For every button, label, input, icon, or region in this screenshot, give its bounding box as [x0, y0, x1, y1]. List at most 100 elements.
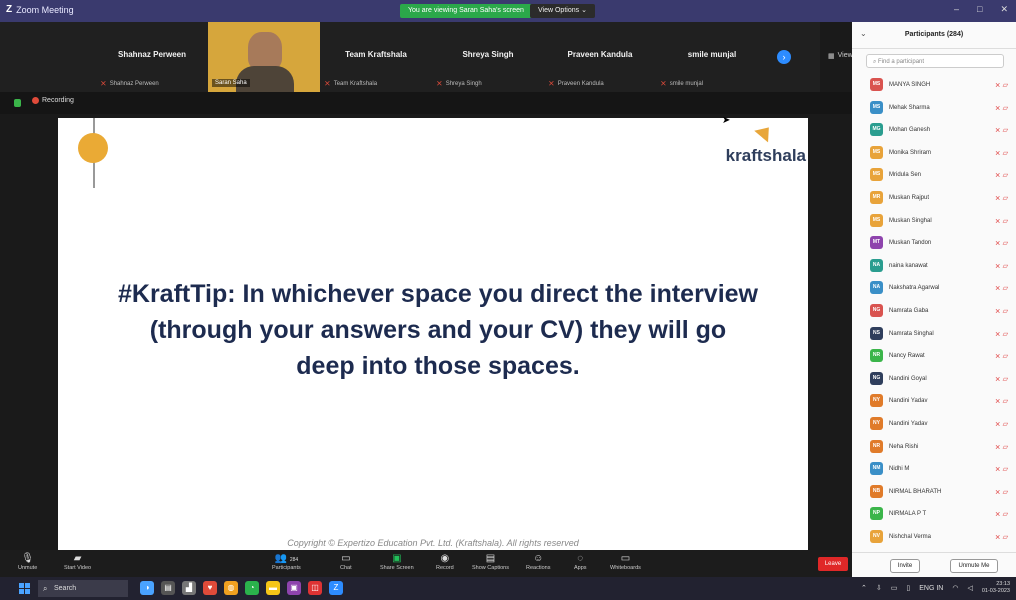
volume-icon[interactable]: ◁: [967, 584, 972, 592]
close-icon[interactable]: ✕: [1000, 4, 1008, 15]
monitor-icon[interactable]: ▭: [891, 584, 898, 592]
record-button[interactable]: ◉ Record: [436, 552, 454, 571]
participant-name: smile munjal: [687, 50, 737, 59]
whiteboards-button[interactable]: ▭ Whiteboards: [610, 552, 641, 571]
view-layout-button[interactable]: ▦ View: [828, 52, 853, 60]
battery-icon[interactable]: ▯: [906, 584, 910, 592]
participant-name: Nancy Rawat: [889, 353, 925, 360]
record-dot-icon: [32, 97, 39, 104]
participant-row[interactable]: MR Muskan Rajput ⨯ ▱: [852, 187, 1016, 210]
participant-row[interactable]: NS Namrata Singhal ⨯ ▱: [852, 323, 1016, 346]
muted-mic-video-off-icon: ⨯ ▱: [994, 466, 1008, 474]
video-tile-active[interactable]: Saran Saha: [208, 22, 320, 92]
participant-row[interactable]: NP NIRMALA P T ⨯ ▱: [852, 503, 1016, 526]
participant-row[interactable]: MS Muskan Singhal ⨯ ▱: [852, 210, 1016, 233]
participant-row[interactable]: NG Nandini Goyal ⨯ ▱: [852, 368, 1016, 391]
video-tile[interactable]: Team Kraftshala ⨯ Team Kraftshala: [320, 22, 432, 92]
reactions-icon: ☺: [533, 553, 544, 564]
recording-bar: Recording: [0, 92, 852, 114]
participant-name: Muskan Rajput: [889, 194, 930, 201]
microphone-off-icon: 🎙: [21, 553, 34, 564]
app-icon[interactable]: ◫: [308, 581, 322, 595]
participant-row[interactable]: NA naina kanawat ⨯ ▱: [852, 255, 1016, 278]
participants-count: 284: [289, 557, 299, 563]
participant-row[interactable]: NY Nandini Yadav ⨯ ▱: [852, 413, 1016, 436]
participant-row[interactable]: NY Nandini Yadav ⨯ ▱: [852, 390, 1016, 413]
panel-footer: Invite Unmute Me: [852, 552, 1016, 578]
participant-row[interactable]: NA Nakshatra Agarwal ⨯ ▱: [852, 277, 1016, 300]
tile-caption: ⨯ Shreya Singh: [436, 79, 482, 88]
participant-row[interactable]: NB NIRMAL BHARATH ⨯ ▱: [852, 481, 1016, 504]
participant-row[interactable]: NR Neha Rishi ⨯ ▱: [852, 436, 1016, 459]
participant-name: Muskan Tandon: [889, 240, 932, 247]
video-tile[interactable]: Praveen Kandula ⨯ Praveen Kandula: [544, 22, 656, 92]
desktop-icon[interactable]: ▟: [182, 581, 196, 595]
app-icon[interactable]: ▣: [287, 581, 301, 595]
maximize-icon[interactable]: □: [977, 4, 982, 15]
chevron-up-icon[interactable]: ⌃: [861, 584, 867, 592]
participant-row[interactable]: MT Muskan Tandon ⨯ ▱: [852, 232, 1016, 255]
minimize-icon[interactable]: –: [954, 4, 959, 15]
search-placeholder: Find a participant: [878, 59, 925, 65]
wifi-icon[interactable]: ◠: [952, 584, 958, 592]
start-video-button[interactable]: ▰ Start Video: [64, 552, 91, 571]
apps-button[interactable]: ◌ Apps: [574, 552, 587, 571]
unmute-label: Unmute: [18, 565, 38, 571]
participant-row[interactable]: NG Namrata Gaba ⨯ ▱: [852, 300, 1016, 323]
participant-name: Monika Shriram: [889, 149, 932, 156]
taskbar-clock[interactable]: 23:13 01-03-2023: [982, 581, 1010, 595]
muted-mic-video-off-icon: ⨯ ▱: [994, 172, 1008, 180]
participant-row[interactable]: MS Mridula Sen ⨯ ▱: [852, 164, 1016, 187]
muted-mic-icon: ⨯: [436, 79, 443, 88]
muted-mic-video-off-icon: ⨯ ▱: [994, 104, 1008, 112]
whatsapp-icon[interactable]: ◔: [245, 581, 259, 595]
show-captions-button[interactable]: ▤ Show Captions: [472, 552, 509, 571]
next-page-button[interactable]: ›: [777, 50, 791, 64]
invite-button[interactable]: Invite: [890, 559, 920, 573]
participant-name: Nandini Goyal: [889, 375, 927, 382]
unmute-me-button[interactable]: Unmute Me: [950, 559, 998, 573]
tile-caption: ⨯ smile munjal: [660, 79, 703, 88]
participant-row[interactable]: NR Nancy Rawat ⨯ ▱: [852, 345, 1016, 368]
muted-mic-icon: ⨯: [548, 79, 555, 88]
chat-button[interactable]: ▭ Chat: [340, 552, 352, 571]
avatar: NP: [870, 507, 883, 521]
recording-label: Recording: [42, 97, 74, 104]
download-icon[interactable]: ⇩: [876, 584, 882, 592]
chat-label: Chat: [340, 565, 352, 571]
participant-row[interactable]: NM Nidhi M ⨯ ▱: [852, 458, 1016, 481]
participant-row[interactable]: MG Mohan Ganesh ⨯ ▱: [852, 119, 1016, 142]
reactions-button[interactable]: ☺ Reactions: [526, 552, 550, 571]
task-view-icon[interactable]: ◑: [140, 581, 154, 595]
windows-start-icon[interactable]: [19, 583, 30, 594]
video-tile[interactable]: Shreya Singh ⨯ Shreya Singh: [432, 22, 544, 92]
participant-name: MANYA SINGH: [889, 82, 931, 88]
participant-row[interactable]: MS MANYA SINGH ⨯ ▱: [852, 74, 1016, 97]
language-indicator[interactable]: ENG IN: [919, 585, 943, 592]
recording-indicator[interactable]: Recording: [32, 97, 74, 104]
video-tile[interactable]: smile munjal ⨯ smile munjal: [656, 22, 768, 92]
participants-label: Participants: [272, 565, 301, 571]
participants-button[interactable]: 👥 284 Participants: [272, 552, 301, 571]
participant-name: Nishchal Verma: [889, 533, 932, 540]
clock-time: 23:13: [996, 581, 1010, 587]
participant-row[interactable]: NV Nishchal Verma ⨯ ▱: [852, 526, 1016, 549]
chrome-icon[interactable]: ◍: [224, 581, 238, 595]
tile-caption-text: Shahnaz Perween: [109, 80, 159, 87]
participant-row[interactable]: MS Monika Shriram ⨯ ▱: [852, 142, 1016, 165]
taskbar-search[interactable]: ⌕ Search: [38, 580, 128, 597]
taskbar-apps: ◑ ▤ ▟ ♥ ◍ ◔ ▬ ▣ ◫ Z: [140, 581, 343, 595]
share-screen-button[interactable]: ▣ Share Screen: [380, 552, 414, 571]
shared-screen-slide: kraftshala #KraftTip: In whichever space…: [58, 118, 808, 550]
video-tile[interactable]: Shahnaz Perween ⨯ Shahnaz Perween: [96, 22, 208, 92]
view-options-button[interactable]: View Options ⌄: [530, 4, 595, 18]
participant-search-input[interactable]: ⌕ Find a participant: [866, 54, 1004, 68]
app-icon[interactable]: ♥: [203, 581, 217, 595]
participant-row[interactable]: MS Mehak Sharma ⨯ ▱: [852, 97, 1016, 120]
widgets-icon[interactable]: ▤: [161, 581, 175, 595]
unmute-button[interactable]: 🎙 Unmute: [18, 552, 37, 571]
file-explorer-icon[interactable]: ▬: [266, 581, 280, 595]
leave-button[interactable]: Leave: [818, 557, 848, 571]
zoom-app-icon[interactable]: Z: [329, 581, 343, 595]
muted-mic-video-off-icon: ⨯ ▱: [994, 330, 1008, 338]
